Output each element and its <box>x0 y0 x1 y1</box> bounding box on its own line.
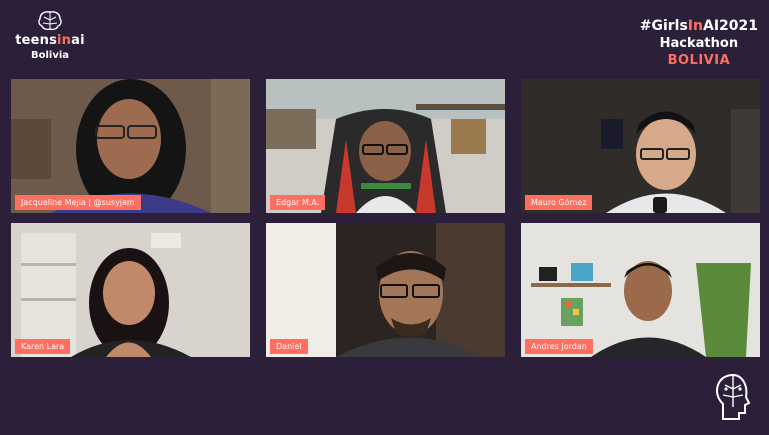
brand-subtitle: Bolivia <box>30 50 70 61</box>
participant-video <box>11 79 250 213</box>
participant-video <box>521 223 760 357</box>
participant-video <box>266 79 505 213</box>
video-grid: Jacqueline Mejia | @susyjam Edgar M.A. M… <box>11 79 760 357</box>
participant-name: Karen Lara <box>15 339 71 354</box>
brain-head-icon <box>715 373 751 420</box>
video-tile[interactable]: Andres Jordan <box>521 223 760 357</box>
teensinai-logo: teensinai Bolivia <box>10 10 90 61</box>
video-tile[interactable]: Jacqueline Mejia | @susyjam <box>11 79 250 213</box>
participant-name: Edgar M.A. <box>270 195 326 210</box>
video-tile[interactable]: Karen Lara <box>11 223 250 357</box>
event-hashtag: #GirlsInAI2021 <box>639 18 758 34</box>
event-country: BOLIVIA <box>667 53 731 68</box>
participant-name: Daniel <box>270 339 308 354</box>
brand-name: teensinai <box>15 33 85 48</box>
participant-name: Andres Jordan <box>525 339 593 354</box>
participant-video <box>266 223 505 357</box>
video-tile[interactable]: Daniel <box>266 223 505 357</box>
brain-logo-icon <box>38 11 62 31</box>
participant-video <box>11 223 250 357</box>
participant-name: Jacqueline Mejia | @susyjam <box>15 195 141 210</box>
video-tile[interactable]: Edgar M.A. <box>266 79 505 213</box>
participant-name: Mauro Gómez <box>525 195 593 210</box>
event-title: #GirlsInAI2021 Hackathon BOLIVIA <box>640 18 758 69</box>
participant-video <box>521 79 760 213</box>
video-tile[interactable]: Mauro Gómez <box>521 79 760 213</box>
event-name: Hackathon <box>659 36 739 51</box>
